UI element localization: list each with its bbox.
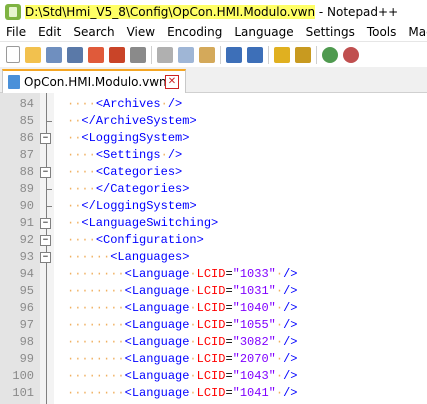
title-file-path: D:\Std\Hmi_V5_8\Config\OpCon.HMI.Modulo.…: [25, 4, 316, 19]
replace-icon[interactable]: [295, 46, 311, 63]
code-text: ······<Languages>: [67, 250, 190, 264]
toolbar-separator: [316, 45, 317, 64]
code-text: ····<Archives·/>: [67, 97, 183, 111]
code-line[interactable]: 96 ········<Language·LCID="1040"·/>: [0, 300, 427, 317]
line-number: 92: [19, 233, 34, 247]
code-text: ····<Configuration>: [67, 233, 204, 247]
tab-bar: OpCon.HMI.Modulo.vwn ✕: [0, 67, 427, 93]
line-number: 85: [19, 114, 34, 128]
zoom-out-icon[interactable]: [343, 46, 359, 63]
save-icon[interactable]: [46, 46, 62, 63]
toolbar-separator: [151, 45, 152, 64]
menu-language[interactable]: Language: [234, 25, 293, 39]
code-line[interactable]: 90 ··</LoggingSystem>: [0, 198, 427, 215]
line-number: 94: [19, 267, 34, 281]
code-line[interactable]: 94 ········<Language·LCID="1033"·/>: [0, 266, 427, 283]
code-text: ········<Language·LCID="1043"·/>: [67, 369, 298, 383]
code-text: ··<LoggingSystem>: [67, 131, 190, 145]
code-line[interactable]: 99 ········<Language·LCID="2070"·/>: [0, 351, 427, 368]
cut-icon[interactable]: [157, 46, 173, 63]
code-line[interactable]: 88 ····<Categories>: [0, 164, 427, 181]
window-title: D:\Std\Hmi_V5_8\Config\OpCon.HMI.Modulo.…: [25, 4, 399, 19]
code-line[interactable]: 92 ····<Configuration>: [0, 232, 427, 249]
code-text: ········<Language·LCID="1041"·/>: [67, 386, 298, 400]
line-number: 101: [12, 386, 34, 400]
code-text: ········<Language·LCID="1031"·/>: [67, 284, 298, 298]
code-text: ····</Categories>: [67, 182, 190, 196]
line-number: 89: [19, 182, 34, 196]
title-app-name: - Notepad++: [315, 4, 399, 19]
line-number: 86: [19, 131, 34, 145]
code-line[interactable]: 93 ······<Languages>: [0, 249, 427, 266]
code-text: ········<Language·LCID="3082"·/>: [67, 335, 298, 349]
menu-tools[interactable]: Tools: [367, 25, 397, 39]
file-saved-icon: [8, 75, 20, 89]
code-line[interactable]: 86 ··<LoggingSystem>: [0, 130, 427, 147]
copy-icon[interactable]: [178, 46, 194, 63]
code-text: ········<Language·LCID="1055"·/>: [67, 318, 298, 332]
toolbar-separator: [220, 45, 221, 64]
code-text: ········<Language·LCID="1040"·/>: [67, 301, 298, 315]
code-text: ····<Settings·/>: [67, 148, 183, 162]
code-line[interactable]: 101 ········<Language·LCID="1041"·/>: [0, 385, 427, 402]
line-number: 96: [19, 301, 34, 315]
find-icon[interactable]: [274, 46, 290, 63]
code-text: ····<Categories>: [67, 165, 183, 179]
save-all-icon[interactable]: [67, 46, 83, 63]
menu-edit[interactable]: Edit: [38, 25, 61, 39]
code-line[interactable]: 95 ········<Language·LCID="1031"·/>: [0, 283, 427, 300]
code-line[interactable]: 98 ········<Language·LCID="3082"·/>: [0, 334, 427, 351]
open-file-icon[interactable]: [25, 46, 41, 63]
menu-file[interactable]: File: [6, 25, 26, 39]
line-number: 88: [19, 165, 34, 179]
redo-icon[interactable]: [247, 46, 263, 63]
menu-settings[interactable]: Settings: [306, 25, 355, 39]
close-icon[interactable]: ✕: [165, 75, 179, 89]
tab-opcon-hmi-modulo[interactable]: OpCon.HMI.Modulo.vwn ✕: [2, 69, 186, 93]
paste-icon[interactable]: [199, 46, 215, 63]
code-line[interactable]: 100 ········<Language·LCID="1043"·/>: [0, 368, 427, 385]
line-number: 97: [19, 318, 34, 332]
code-text: ··</LoggingSystem>: [67, 199, 197, 213]
line-number: 90: [19, 199, 34, 213]
line-number: 84: [19, 97, 34, 111]
code-line[interactable]: 97 ········<Language·LCID="1055"·/>: [0, 317, 427, 334]
code-text: ········<Language·LCID="1033"·/>: [67, 267, 298, 281]
close-icon[interactable]: [88, 46, 104, 63]
code-text: ··</ArchiveSystem>: [67, 114, 197, 128]
code-line[interactable]: 85 ··</ArchiveSystem>: [0, 113, 427, 130]
editor[interactable]: − − − − − 84 ····<Archives·/> 85 ··</ArchiveSys…: [0, 93, 427, 404]
menu-macro[interactable]: Macro: [408, 25, 427, 39]
tab-label: OpCon.HMI.Modulo.vwn: [24, 75, 167, 89]
new-file-icon[interactable]: [6, 46, 20, 63]
menu-view[interactable]: View: [127, 25, 155, 39]
notepad-plus-plus-icon: [5, 3, 21, 20]
undo-icon[interactable]: [226, 46, 242, 63]
line-number: 99: [19, 352, 34, 366]
code-text: ··<LanguageSwitching>: [67, 216, 219, 230]
line-number: 93: [19, 250, 34, 264]
line-number: 95: [19, 284, 34, 298]
code-line[interactable]: 91 ··<LanguageSwitching>: [0, 215, 427, 232]
code-line[interactable]: 87 ····<Settings·/>: [0, 147, 427, 164]
line-number: 100: [12, 369, 34, 383]
menu-encoding[interactable]: Encoding: [167, 25, 222, 39]
line-number: 91: [19, 216, 34, 230]
menu-search[interactable]: Search: [73, 25, 114, 39]
toolbar-separator: [268, 45, 269, 64]
menu-bar: File Edit Search View Encoding Language …: [0, 23, 427, 41]
line-number: 87: [19, 148, 34, 162]
toolbar: [0, 41, 427, 67]
code-line[interactable]: 89 ····</Categories>: [0, 181, 427, 198]
close-all-icon[interactable]: [109, 46, 125, 63]
print-icon[interactable]: [130, 46, 146, 63]
title-bar: D:\Std\Hmi_V5_8\Config\OpCon.HMI.Modulo.…: [0, 0, 427, 23]
code-text: ········<Language·LCID="2070"·/>: [67, 352, 298, 366]
code-line[interactable]: 84 ····<Archives·/>: [0, 96, 427, 113]
line-number: 98: [19, 335, 34, 349]
zoom-in-icon[interactable]: [322, 46, 338, 63]
